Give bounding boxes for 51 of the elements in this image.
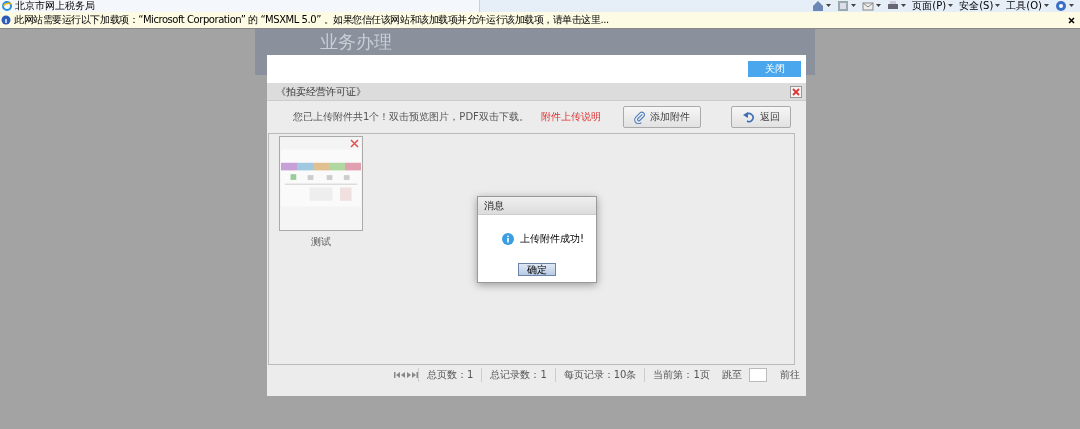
toolbar-button[interactable]: [887, 0, 907, 12]
ok-button[interactable]: 确定: [518, 263, 556, 276]
delete-icon[interactable]: [350, 139, 359, 148]
info-bar[interactable]: 此网站需要运行以下加载项：“Microsoft Corporation” 的 “MSXML 5.0” 。如果您信任该网站和该加载项并允许运行该加载项，请单击这里...: [0, 12, 1080, 29]
toolbar-menu[interactable]: 工具(O): [1006, 0, 1049, 12]
info-bar-text[interactable]: 此网站需要运行以下加载项：“Microsoft Corporation” 的 “MSXML 5.0” 。如果您信任该网站和该加载项并允许运行该加载项，请单击这里...: [14, 13, 609, 27]
current-page: 当前第：1页: [644, 368, 718, 382]
attachment-thumbnail[interactable]: [279, 136, 363, 231]
caret-icon: [826, 4, 832, 8]
browser-logo-icon: [2, 1, 12, 11]
message-title: 消息: [478, 197, 596, 215]
total-records: 总记录数：1: [481, 368, 555, 382]
message-text: 上传附件成功!: [520, 232, 584, 246]
previous-page-icon[interactable]: [400, 372, 406, 378]
back-button[interactable]: 返回: [731, 106, 791, 128]
attachment-name: 测试: [311, 235, 331, 249]
toolbar-button[interactable]: [1055, 0, 1074, 12]
printer-icon: [887, 0, 900, 12]
feed-icon: [837, 0, 850, 12]
toolbar-button[interactable]: [837, 0, 857, 12]
add-attachment-button[interactable]: 添加附件: [623, 106, 701, 128]
caret-icon: [901, 4, 907, 8]
next-page-icon[interactable]: [406, 372, 412, 378]
info-icon: [502, 233, 514, 245]
page-title: 业务办理: [319, 30, 393, 53]
records-per-page: 每页记录：10条: [554, 368, 645, 382]
first-page-icon[interactable]: [394, 372, 400, 378]
caret-icon: [1044, 4, 1049, 8]
caret-icon: [948, 4, 954, 8]
go-button[interactable]: 前往: [779, 368, 800, 382]
jump-label: 跳至: [721, 368, 742, 382]
toolbar-menu[interactable]: 安全(S): [959, 0, 1001, 12]
browser-tab[interactable]: 北京市网上税务局: [0, 0, 480, 12]
paperclip-icon: [634, 110, 646, 124]
toolbar-button[interactable]: [862, 0, 882, 12]
total-pages: 总页数：1: [418, 368, 482, 382]
help-icon: [1055, 0, 1067, 12]
page-input[interactable]: [748, 368, 767, 382]
help-link[interactable]: 附件上传说明: [540, 110, 601, 124]
caret-icon: [1069, 4, 1074, 8]
undo-icon: [742, 110, 756, 124]
toolbar-button[interactable]: [812, 0, 832, 12]
info-icon: [1, 15, 11, 25]
caret-icon: [851, 4, 857, 8]
last-page-icon[interactable]: [412, 372, 418, 378]
close-icon[interactable]: [1068, 16, 1075, 24]
toolbar-menu[interactable]: 页面(P): [912, 0, 954, 12]
dialog-title: 《拍卖经营许可证》: [276, 84, 366, 99]
upload-summary: 您已上传附件共1个！双击预览图片，PDF双击下载。: [293, 110, 529, 124]
caret-icon: [876, 4, 882, 8]
caret-icon: [995, 4, 1001, 8]
